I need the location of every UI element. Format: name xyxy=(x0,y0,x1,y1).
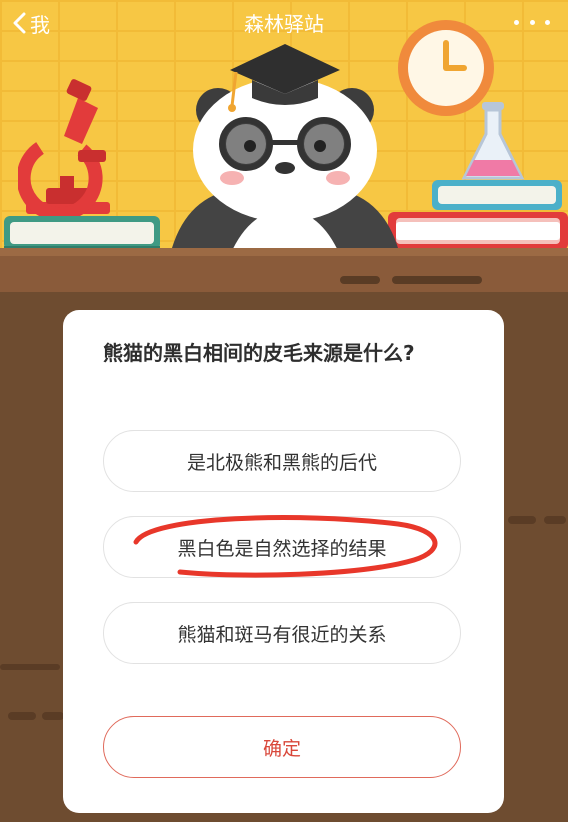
desk-groove xyxy=(340,276,380,284)
flask-icon xyxy=(461,102,525,180)
top-bar: 我 森林驿站 xyxy=(0,0,568,46)
desk-groove xyxy=(544,516,566,524)
desk-groove xyxy=(0,664,60,670)
question-text: 熊猫的黑白相间的皮毛来源是什么? xyxy=(103,341,415,365)
desk-groove xyxy=(392,276,482,284)
book-stack-icon xyxy=(388,180,568,250)
microscope-icon xyxy=(18,79,110,218)
option-2-button[interactable]: 黑白色是自然选择的结果 xyxy=(103,516,461,578)
panda-mascot-icon xyxy=(170,44,400,255)
page-title: 森林驿站 xyxy=(244,12,324,36)
desk-groove xyxy=(508,516,536,524)
option-3-button[interactable]: 熊猫和斑马有很近的关系 xyxy=(103,602,461,664)
more-dots-icon[interactable] xyxy=(514,10,550,34)
confirm-button[interactable]: 确定 xyxy=(103,716,461,778)
option-1-button[interactable]: 是北极熊和黑熊的后代 xyxy=(103,430,461,492)
quiz-card: 熊猫的黑白相间的皮毛来源是什么? 是北极熊和黑熊的后代 黑白色是自然选择的结果 … xyxy=(63,310,504,813)
desk-top xyxy=(0,248,568,292)
desk-groove xyxy=(8,712,36,720)
desk-groove xyxy=(42,712,64,720)
scene: 我 森林驿站 熊猫的黑白相间的皮毛来源是什么? 是北极熊和黑熊的后代 黑白色是自… xyxy=(0,0,568,822)
